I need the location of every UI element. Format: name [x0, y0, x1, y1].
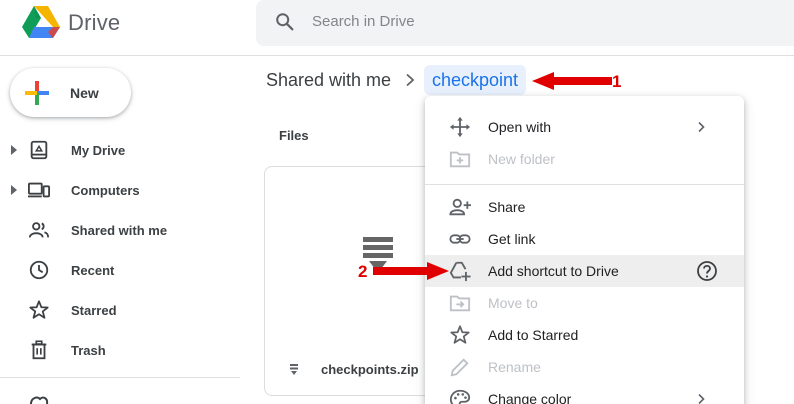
- section-label-files: Files: [279, 128, 309, 143]
- new-folder-icon: [449, 151, 471, 168]
- star-icon: [450, 325, 470, 344]
- menu-item-change-color[interactable]: Change color: [425, 383, 744, 404]
- palette-icon: [449, 389, 471, 404]
- move-to-icon: [449, 295, 471, 312]
- annotation-number-1: 1: [612, 72, 622, 91]
- sidebar-item-label: Recent: [71, 263, 115, 278]
- expand-caret-icon[interactable]: [10, 144, 18, 156]
- menu-item-add-to-starred[interactable]: Add to Starred: [425, 319, 744, 351]
- menu-item-share[interactable]: Share: [425, 191, 744, 223]
- breadcrumb-root[interactable]: Shared with me: [266, 70, 391, 91]
- new-button-label: New: [70, 85, 99, 101]
- menu-item-new-folder: New folder: [425, 143, 744, 175]
- menu-separator: [425, 184, 744, 185]
- sidebar-item-label: Starred: [71, 303, 117, 318]
- sidebar-item-recent[interactable]: Recent: [0, 250, 240, 290]
- menu-item-label: Move to: [488, 295, 538, 311]
- expand-caret-icon[interactable]: [10, 184, 18, 196]
- sidebar-item-label: Trash: [71, 343, 106, 358]
- search-icon[interactable]: [274, 11, 296, 33]
- storage-cloud-icon: [30, 396, 49, 404]
- annotation-arrow-left-icon: [532, 72, 612, 90]
- menu-item-open-with[interactable]: Open with: [425, 111, 744, 143]
- annotation-arrow-right-icon: [373, 262, 449, 280]
- zip-file-icon: [290, 364, 298, 375]
- search-bar[interactable]: [256, 0, 794, 46]
- file-name[interactable]: checkpoints.zip: [321, 362, 419, 377]
- menu-item-get-link[interactable]: Get link: [425, 223, 744, 255]
- new-button[interactable]: New: [10, 68, 131, 117]
- header-divider: [0, 55, 794, 56]
- link-icon: [449, 234, 471, 244]
- sidebar-item-trash[interactable]: Trash: [0, 330, 240, 370]
- sidebar-item-shared-with-me[interactable]: Shared with me: [0, 210, 240, 250]
- menu-item-label: Add shortcut to Drive: [488, 263, 619, 279]
- file-card[interactable]: checkpoints.zip: [264, 166, 444, 396]
- help-icon[interactable]: [696, 260, 718, 282]
- app-title[interactable]: Drive: [68, 10, 120, 36]
- move-arrows-icon: [449, 116, 471, 138]
- sidebar-item-my-drive[interactable]: My Drive: [0, 130, 240, 170]
- sidebar-item-computers[interactable]: Computers: [0, 170, 240, 210]
- sidebar-divider: [0, 377, 240, 378]
- person-add-icon: [449, 198, 471, 216]
- chevron-right-icon: [698, 393, 705, 404]
- chevron-right-icon: [406, 73, 415, 87]
- menu-item-rename: Rename: [425, 351, 744, 383]
- sidebar-item-label: My Drive: [71, 143, 126, 158]
- menu-item-label: Add to Starred: [488, 327, 579, 343]
- annotation-number-2: 2: [358, 262, 368, 281]
- menu-item-label: Open with: [488, 119, 552, 135]
- menu-item-label: New folder: [488, 151, 555, 167]
- chevron-right-icon: [698, 121, 705, 133]
- menu-item-label: Rename: [488, 359, 541, 375]
- add-shortcut-icon: [449, 261, 471, 282]
- google-drive-logo[interactable]: [22, 4, 60, 38]
- sidebar-item-label: Computers: [71, 183, 140, 198]
- search-input[interactable]: [312, 13, 612, 30]
- breadcrumb-current[interactable]: checkpoint: [424, 65, 527, 95]
- context-menu: Open with New folder Share Get link Add …: [425, 96, 744, 404]
- trash-icon: [31, 340, 47, 360]
- sidebar-item-label: Shared with me: [71, 223, 168, 238]
- plus-icon: [25, 81, 49, 105]
- clock-icon: [29, 260, 49, 280]
- menu-item-label: Change color: [488, 391, 572, 404]
- sidebar-item-starred[interactable]: Starred: [0, 290, 240, 330]
- pencil-icon: [450, 358, 469, 377]
- menu-item-label: Share: [488, 199, 526, 215]
- menu-item-add-shortcut[interactable]: Add shortcut to Drive: [425, 255, 744, 287]
- menu-item-label: Get link: [488, 231, 536, 247]
- menu-item-move-to: Move to: [425, 287, 744, 319]
- star-icon: [29, 300, 49, 319]
- computers-icon: [28, 182, 50, 198]
- my-drive-icon: [30, 140, 48, 160]
- shared-with-me-icon: [28, 222, 50, 238]
